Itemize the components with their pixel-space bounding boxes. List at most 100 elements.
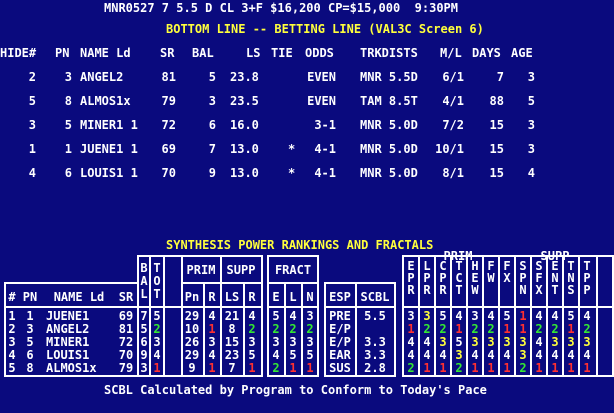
cell-ls: 13.0 [230,166,259,180]
cell-hide: 5 [28,94,36,108]
hdr-tot: T O T [153,261,161,301]
row-scbl: 5.5 [364,309,386,323]
cell-bal: 9 [208,166,216,180]
row-sr: 79 [118,361,134,375]
row-esp: SUS [329,361,351,375]
row-factor-spn: 2 [519,361,527,375]
cell-name: JUENE1 1 [80,142,138,156]
table-rule [394,282,396,377]
cell-trk: MNR 5.5D [360,70,418,84]
row-factor-epr: 2 [407,361,415,375]
table-rule [267,282,319,284]
table-rule [324,282,396,284]
cell-hide: 4 [28,166,36,180]
cell-age: 4 [527,166,535,180]
table-rule [163,255,165,377]
row-factor-sfx: 1 [535,361,543,375]
cell-age: 3 [527,142,535,156]
col-sr: SR [160,46,175,60]
cell-hide: 1 [28,142,36,156]
row-tot: 1 [153,361,161,375]
hdr-fract-l: L [289,290,297,304]
cell-ml: 4/1 [442,94,464,108]
hdr-fract: FRACT [274,263,312,277]
col-ml: M/L [440,46,462,60]
row-supp-ls: 7 [228,361,236,375]
col-odds: ODDS [305,46,334,60]
cell-pn: 1 [64,142,72,156]
table-rule [267,306,319,308]
col-days: DAYS [472,46,501,60]
cell-days: 15 [489,166,504,180]
cell-ml: 10/1 [435,142,464,156]
hdr-supp: SUPP [226,263,256,277]
hdr-factor-hew: H E W [471,259,479,297]
table-rule [4,306,139,308]
cell-ml: 7/2 [442,118,464,132]
table-rule [596,255,598,377]
footer-note: SCBL Calculated by Program to Conform to… [104,383,487,397]
cell-bal: 5 [208,70,216,84]
cell-age: 3 [527,118,535,132]
hdr-factor-cpr: C P R [439,259,447,297]
row-factor-fx: 1 [503,361,511,375]
cell-trk: MNR 5.0D [360,142,418,156]
cell-bal: 7 [208,142,216,156]
row-prim-pn: 9 [188,361,196,375]
row-bal: 3 [140,361,148,375]
table-rule [181,282,263,284]
row-factor-cpr: 1 [439,361,447,375]
cell-bal: 3 [208,94,216,108]
row-fract-l: 1 [289,361,297,375]
hdr-num: # [8,290,16,304]
table-rule [324,306,396,308]
hdr-name: NAME Ld [53,290,105,304]
row-factor-ctt: 2 [455,361,463,375]
col-bal: BAL [192,46,214,60]
hdr-factor-lpr: L P R [423,259,431,297]
row-factor-lpr: 1 [423,361,431,375]
cell-sr: 69 [161,142,176,156]
screen-title: BOTTOM LINE -- BETTING LINE (VAL3C Scree… [166,22,484,36]
row-factor-few: 1 [487,361,495,375]
hdr-factor-ctt: T C T [455,259,463,297]
hdr-fract-n: N [306,290,314,304]
cell-sr: 72 [161,118,176,132]
hdr-factor-tns: T N S [567,259,575,297]
cell-pn: 5 [64,118,72,132]
table-rule [324,375,396,377]
hdr-pn: PN [22,290,38,304]
hdr-supp-r: R [248,290,256,304]
cell-days: 15 [489,118,504,132]
cell-ml: 6/1 [442,70,464,84]
hdr-sr: SR [118,290,134,304]
row-fract-e: 2 [272,361,280,375]
cell-pn: 8 [64,94,72,108]
cell-trk: MNR 5.0D [360,118,418,132]
table-rule [137,255,263,257]
col-hide: HIDE# [0,46,37,60]
row-name: ALMOS1x [46,361,97,375]
hdr-factor-sfx: S F X [535,259,543,297]
table-rule [267,255,319,257]
cell-name: LOUIS1 1 [80,166,138,180]
cell-ls: 16.0 [230,118,259,132]
cell-hide: 2 [28,70,36,84]
cell-tie: * [288,166,296,180]
hdr-esp: ESP [329,290,351,304]
cell-name: ALMOS1x [80,94,131,108]
cell-pn: 3 [64,70,72,84]
row-supp-r: 1 [248,361,256,375]
row-pn: 8 [26,361,34,375]
cell-days: 7 [496,70,504,84]
cell-days: 15 [489,142,504,156]
hdr-bal: B A L [140,261,148,301]
col-age: AGE [511,46,533,60]
cell-sr: 81 [161,70,176,84]
col-trkdists: TRKDISTS [360,46,418,60]
hdr-prim-pn: Pn [184,290,200,304]
race-header: MNR0527 7 5.5 D CL 3+F $16,200 CP=$15,00… [104,1,459,15]
hdr-factor-few: F W [487,259,495,285]
row-factor-tpp: 1 [583,361,591,375]
cell-odds: EVEN [307,94,336,108]
